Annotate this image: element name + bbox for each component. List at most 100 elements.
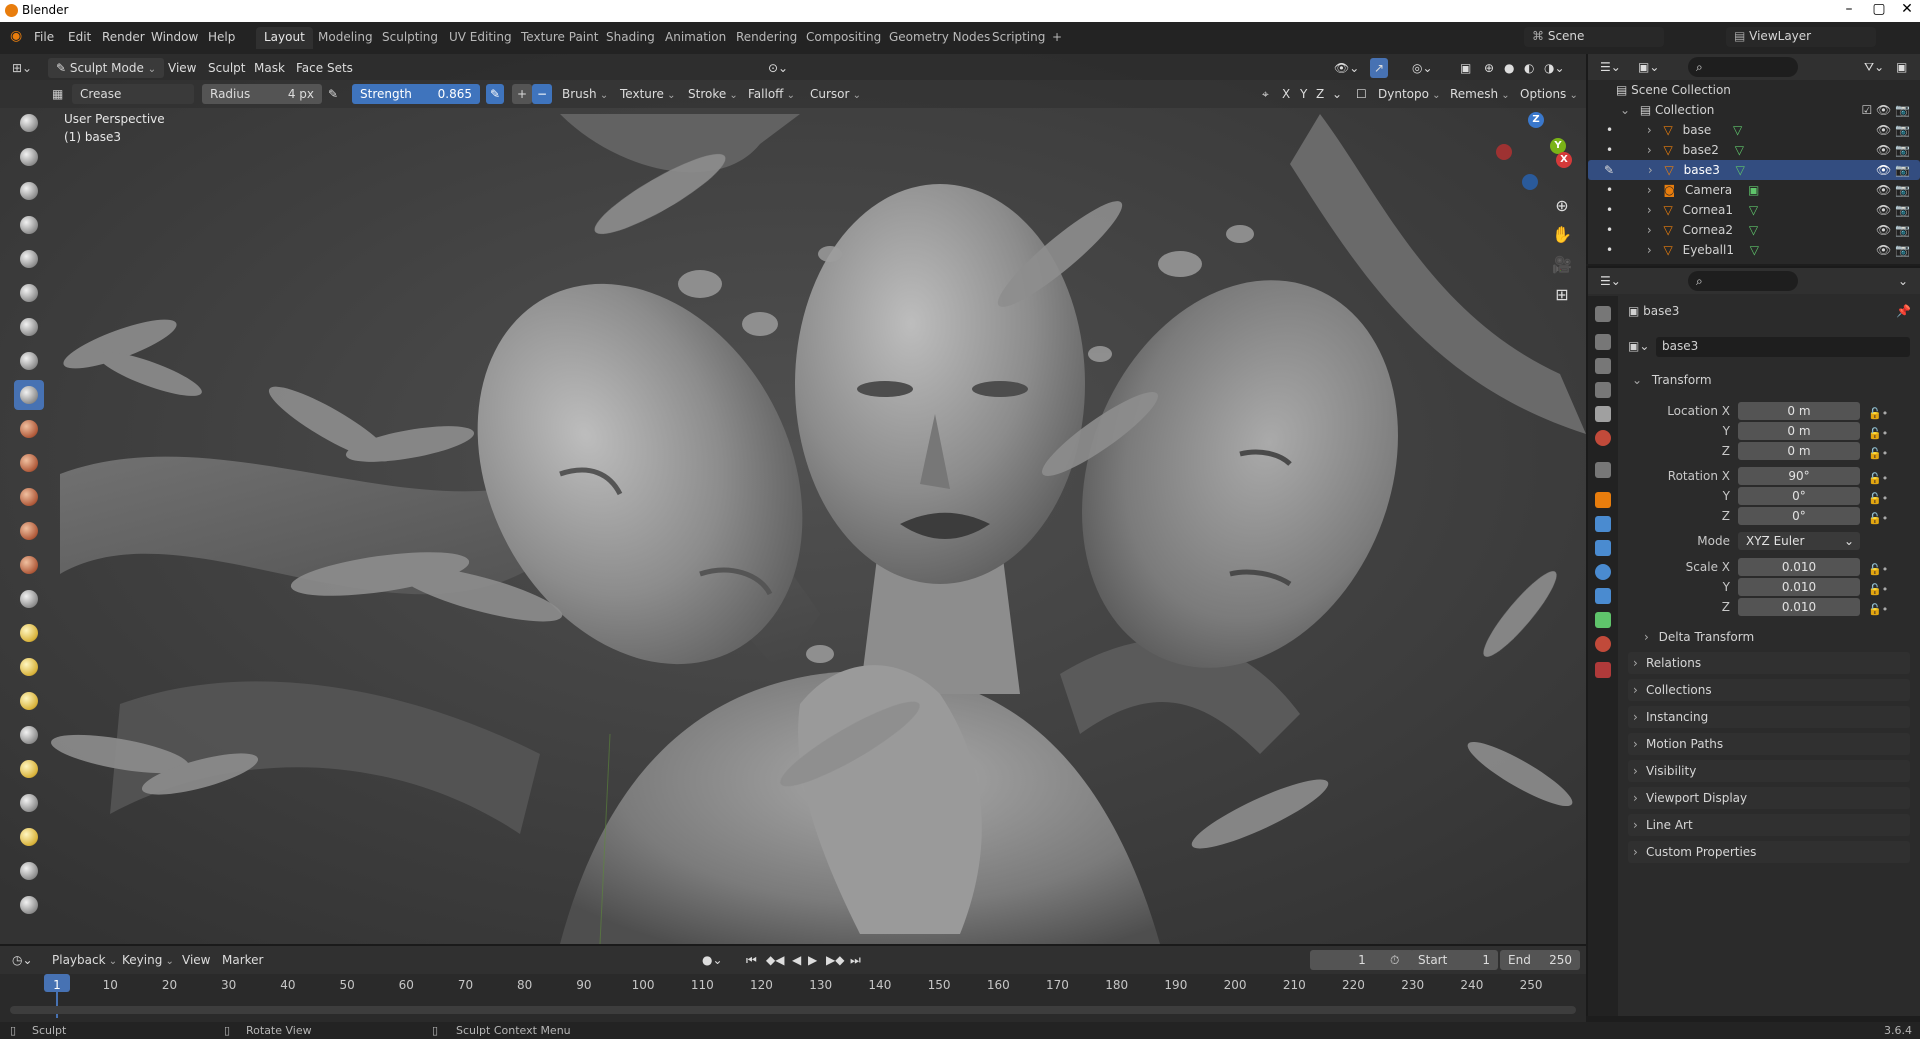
tool-smooth[interactable]	[14, 414, 44, 444]
tool-pinch[interactable]	[14, 584, 44, 614]
collection-row[interactable]: ⌄ ▤ Collection ☑ 👁 📷	[1588, 100, 1920, 120]
tool-snake-hook[interactable]	[14, 686, 44, 716]
axis-z-toggle[interactable]: Z	[1316, 84, 1324, 104]
expand-arrow-icon[interactable]: ›	[1647, 223, 1652, 237]
expand-arrow-icon[interactable]: ›	[1647, 143, 1652, 157]
material-tab-icon[interactable]	[1595, 636, 1611, 652]
collection-visibility-icons[interactable]: ☑ 👁 📷	[1861, 100, 1910, 120]
tab-animation[interactable]: Animation	[657, 27, 734, 49]
menu-dyntopo[interactable]: Dyntopo	[1378, 84, 1441, 104]
panel-viewport-display[interactable]: Viewport Display	[1628, 787, 1910, 809]
axis-y-toggle[interactable]: Y	[1300, 84, 1307, 104]
item-visibility-icons[interactable]: 👁 📷	[1876, 120, 1910, 140]
location-x-field[interactable]: 0 m	[1738, 402, 1860, 420]
scene-selector[interactable]: ⌘ Scene	[1524, 27, 1664, 47]
physics-tab-icon[interactable]	[1595, 564, 1611, 580]
render-tab-icon[interactable]	[1595, 334, 1611, 350]
panel-motion-paths[interactable]: Motion Paths	[1628, 733, 1910, 755]
3d-viewport[interactable]	[0, 54, 1586, 944]
jump-end-icon[interactable]: ⏭	[850, 950, 861, 970]
rotation-mode-select[interactable]: XYZ Euler ⌄	[1738, 532, 1860, 550]
particles-tab-icon[interactable]	[1595, 540, 1611, 556]
menu-edit[interactable]: Edit	[68, 30, 91, 44]
expand-arrow-icon[interactable]: ›	[1647, 183, 1652, 197]
minimize-button[interactable]: –	[1834, 1, 1864, 17]
timeline-editor-icon[interactable]: ◷⌄	[12, 950, 33, 970]
panel-collections[interactable]: Collections	[1628, 679, 1910, 701]
scale-y-field[interactable]: 0.010	[1738, 578, 1860, 596]
maximize-button[interactable]: ▢	[1864, 1, 1894, 17]
rotation-lock-icons[interactable]: 🔓• 🔓• 🔓•	[1868, 469, 1888, 529]
play-reverse-icon[interactable]: ◀	[792, 950, 801, 970]
xray-icon[interactable]: ▣	[1460, 58, 1471, 78]
menu-mask[interactable]: Mask	[254, 58, 285, 78]
tool-thumb[interactable]	[14, 720, 44, 750]
menu-window[interactable]: Window	[151, 30, 198, 44]
tab-rendering[interactable]: Rendering	[728, 27, 805, 49]
view-layer-tab-icon[interactable]	[1595, 382, 1611, 398]
properties-editor-icon[interactable]: ☰⌄	[1600, 271, 1621, 291]
menu-timeline-view[interactable]: View	[182, 950, 210, 970]
item-visibility-icons[interactable]: 👁 📷	[1876, 160, 1910, 180]
expand-arrow-icon[interactable]: ›	[1647, 203, 1652, 217]
display-mode-icon[interactable]: ▣⌄	[1638, 57, 1659, 77]
tool-clay[interactable]	[14, 176, 44, 206]
tool-elastic-deform[interactable]	[14, 652, 44, 682]
outliner-item-cornea1[interactable]: • › ▽ Cornea1 ▽ 👁 📷	[1588, 200, 1920, 220]
tool-layer[interactable]	[14, 278, 44, 308]
menu-render[interactable]: Render	[102, 30, 145, 44]
properties-options-icon[interactable]: ⌄	[1898, 271, 1908, 291]
tab-texture-paint[interactable]: Texture Paint	[513, 27, 606, 49]
menu-file[interactable]: File	[34, 30, 54, 44]
tool-nudge[interactable]	[14, 788, 44, 818]
view-layer-selector[interactable]: ▤ ViewLayer	[1726, 27, 1876, 47]
scene-tab-icon[interactable]	[1595, 406, 1611, 422]
pivot-icon[interactable]: ⊙⌄	[768, 58, 788, 78]
direction-subtract-button[interactable]: −	[532, 84, 553, 104]
end-frame-field[interactable]: End 250	[1500, 950, 1580, 970]
rotation-y-field[interactable]: 0°	[1738, 487, 1860, 505]
strength-field[interactable]: Strength 0.865	[352, 84, 480, 104]
menu-sculpt[interactable]: Sculpt	[208, 58, 245, 78]
collection-tab-icon[interactable]	[1595, 462, 1611, 478]
shading-solid-icon[interactable]: ●	[1504, 58, 1514, 78]
dyntopo-checkbox[interactable]: ☐	[1356, 84, 1367, 104]
stopwatch-icon[interactable]: ⏱	[1390, 950, 1399, 970]
filter-icon[interactable]: ⛛⌄	[1864, 57, 1884, 77]
tab-sculpting[interactable]: Sculpting	[374, 27, 446, 49]
location-y-field[interactable]: 0 m	[1738, 422, 1860, 440]
scene-collection-row[interactable]: ▤ Scene Collection	[1588, 80, 1920, 100]
ortho-grid-icon[interactable]: ⊞	[1550, 283, 1574, 307]
expand-arrow-icon[interactable]: ›	[1648, 163, 1653, 177]
world-tab-icon[interactable]	[1595, 430, 1611, 446]
menu-help[interactable]: Help	[208, 30, 235, 44]
pan-hand-icon[interactable]: ✋	[1550, 223, 1574, 247]
axis-x-toggle[interactable]: X	[1282, 84, 1290, 104]
expand-arrow-icon[interactable]: ›	[1647, 243, 1652, 257]
timeline-scrollbar[interactable]	[10, 1006, 1576, 1014]
rotation-x-field[interactable]: 90°	[1738, 467, 1860, 485]
output-tab-icon[interactable]	[1595, 358, 1611, 374]
pin-icon[interactable]: 📌	[1896, 304, 1911, 318]
scale-lock-icons[interactable]: 🔓• 🔓• 🔓•	[1868, 560, 1888, 620]
start-frame-field[interactable]: Start 1	[1410, 950, 1498, 970]
tab-modeling[interactable]: Modeling	[310, 27, 381, 49]
blender-menu-icon[interactable]: ◉	[10, 28, 22, 44]
menu-remesh[interactable]: Remesh	[1450, 84, 1510, 104]
menu-stroke[interactable]: Stroke	[688, 84, 738, 104]
menu-playback[interactable]: Playback	[52, 950, 117, 970]
menu-cursor[interactable]: Cursor	[810, 84, 861, 104]
shading-material-icon[interactable]: ◐	[1524, 58, 1534, 78]
tool-scrape[interactable]	[14, 516, 44, 546]
panel-instancing[interactable]: Instancing	[1628, 706, 1910, 728]
location-z-field[interactable]: 0 m	[1738, 442, 1860, 460]
radius-field[interactable]: Radius 4 px	[202, 84, 322, 104]
new-collection-icon[interactable]: ▣	[1896, 57, 1907, 77]
tool-multiplane-scrape[interactable]	[14, 550, 44, 580]
gizmo-neg-z-axis[interactable]	[1522, 174, 1538, 190]
panel-custom-properties[interactable]: Custom Properties	[1628, 841, 1910, 863]
tab-compositing[interactable]: Compositing	[798, 27, 889, 49]
outliner-item-cornea2[interactable]: • › ▽ Cornea2 ▽ 👁 📷	[1588, 220, 1920, 240]
item-visibility-icons[interactable]: 👁 📷	[1876, 180, 1910, 200]
tool-draw-sharp[interactable]	[14, 142, 44, 172]
